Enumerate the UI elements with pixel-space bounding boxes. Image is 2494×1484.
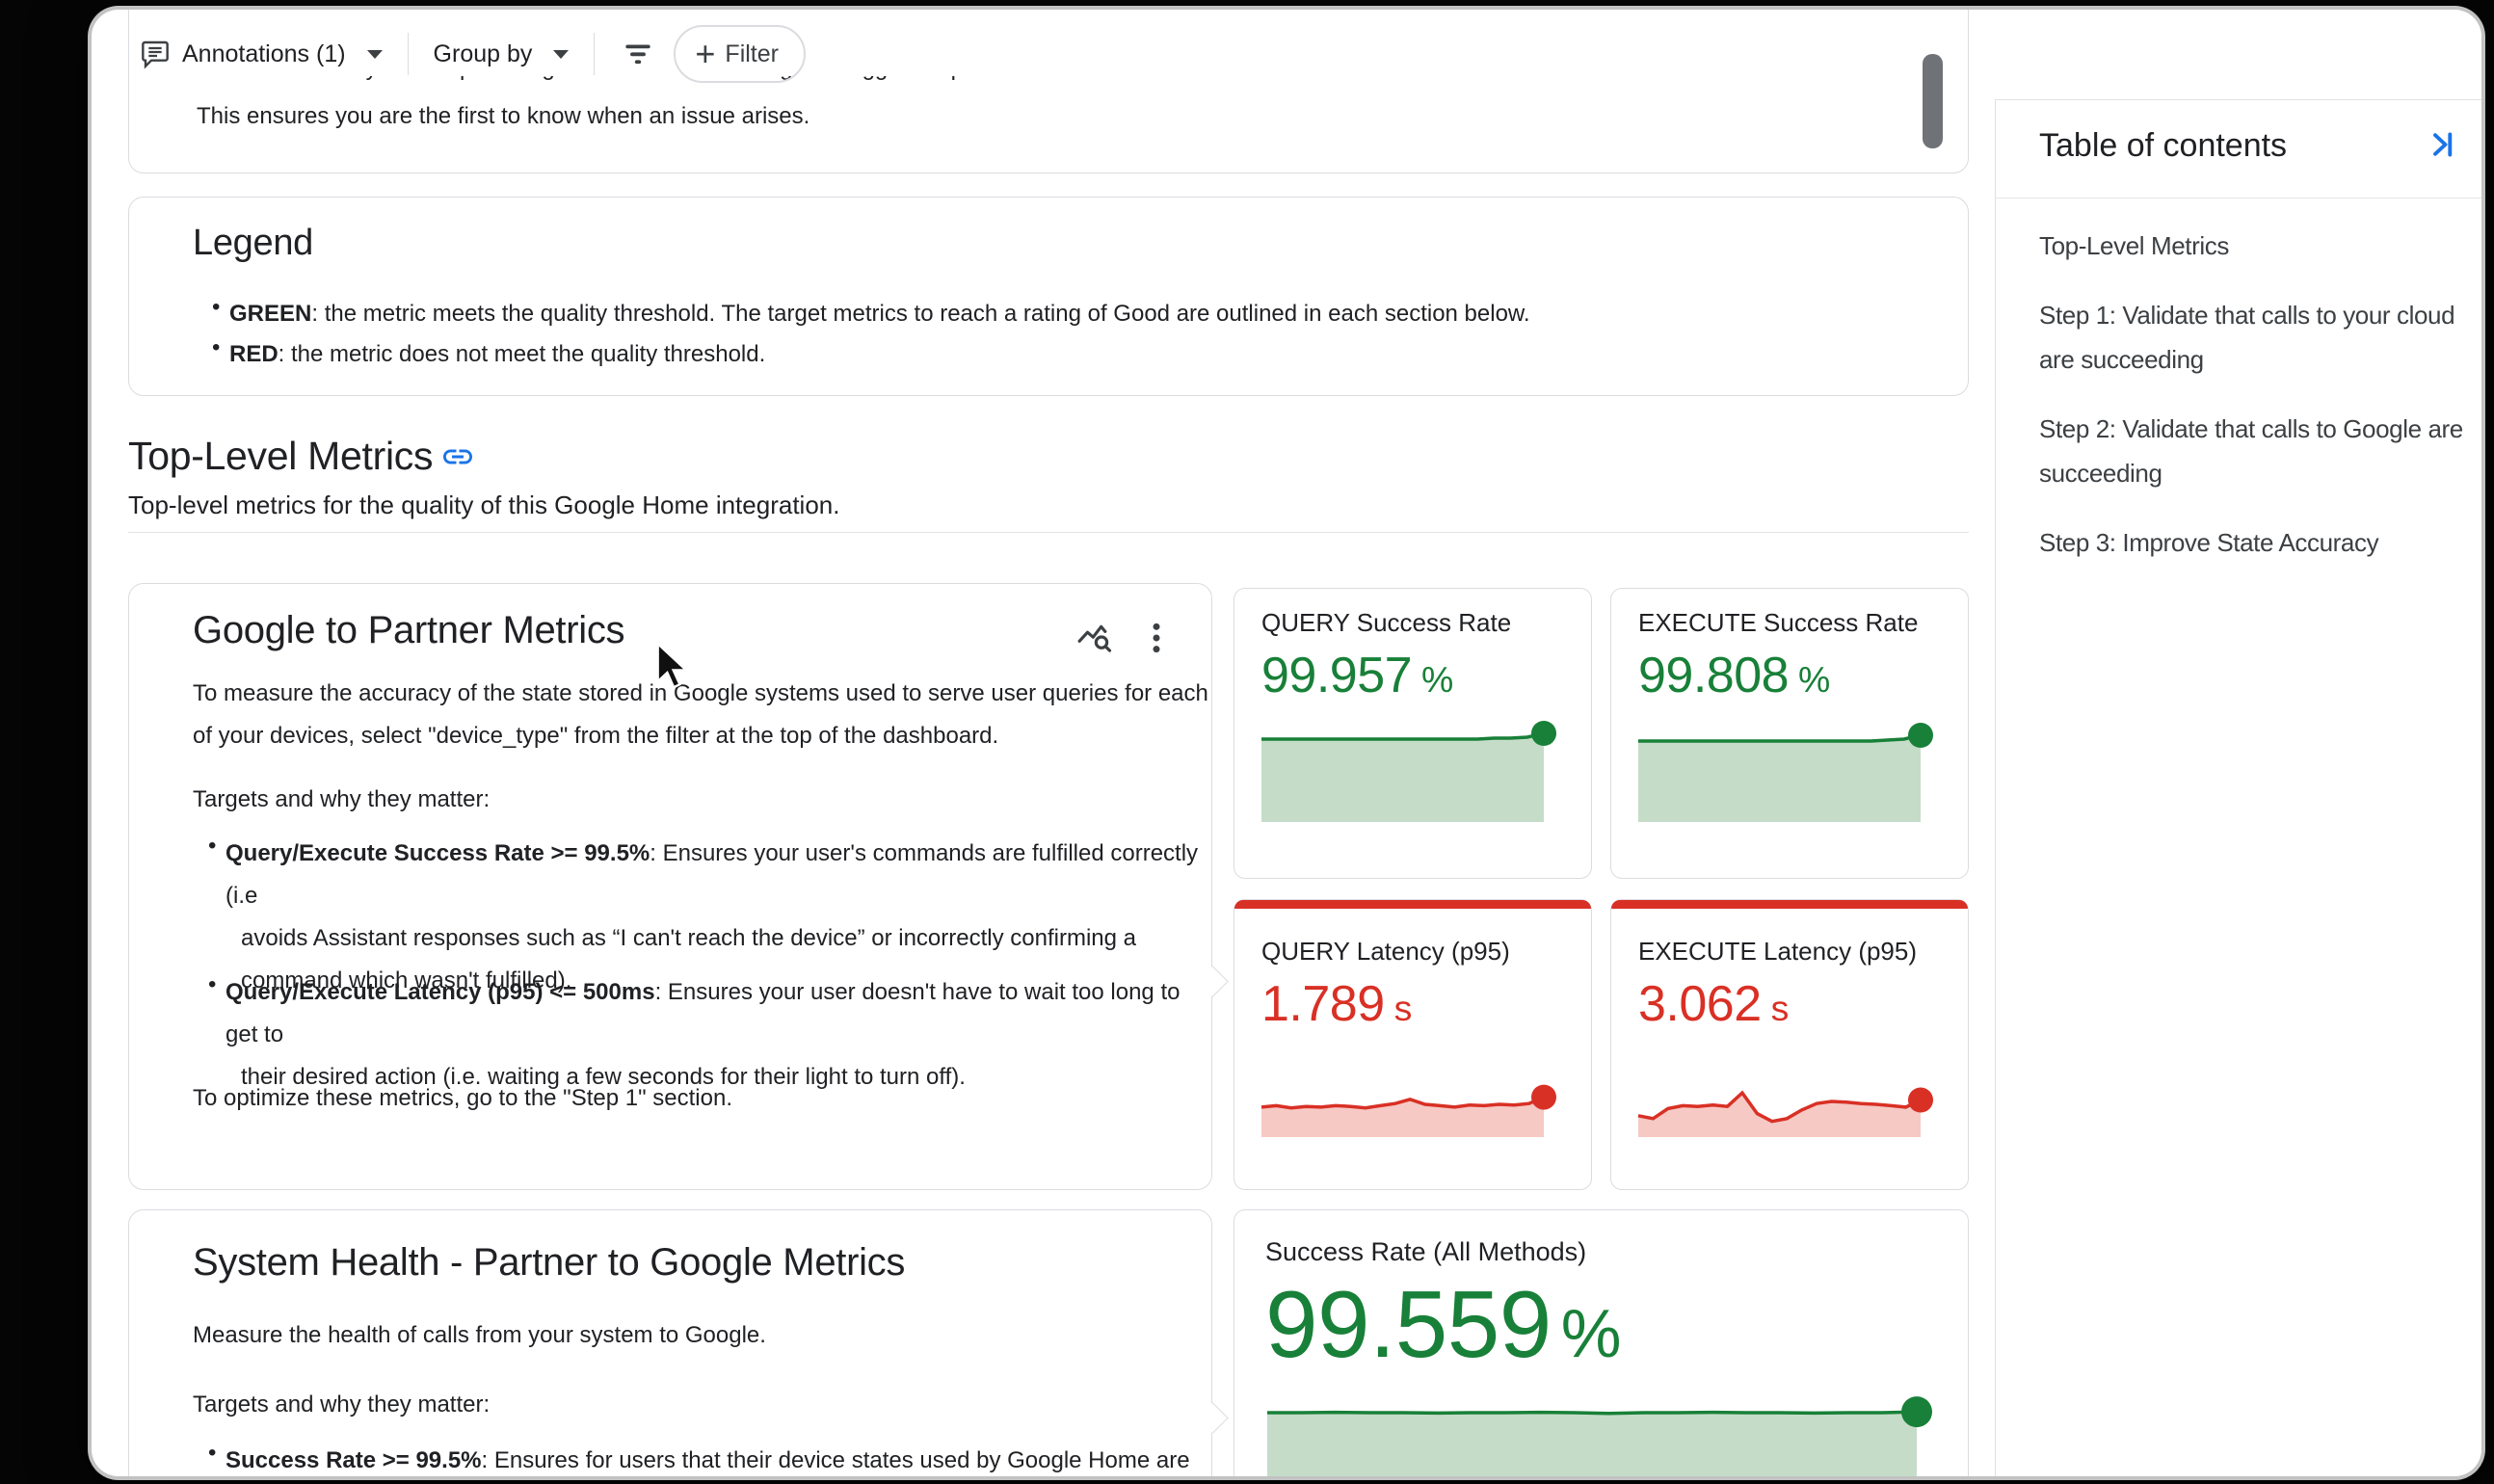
g2p-paragraph: To measure the accuracy of the state sto…: [193, 673, 1208, 757]
section-description: Top-level metrics for the quality of thi…: [128, 484, 839, 526]
query-success-scorecard: QUERY Success Rate 99.957%: [1234, 588, 1592, 879]
bullet-marker: •: [208, 971, 216, 998]
system-health-card: System Health - Partner to Google Metric…: [128, 1209, 1212, 1476]
scorecard-value: 99.808%: [1638, 647, 1830, 704]
group-by-button[interactable]: Group by: [434, 40, 570, 68]
bullet-marker: •: [208, 1440, 216, 1467]
g2p-footer: To optimize these metrics, go to the "St…: [193, 1077, 732, 1120]
kebab-menu-icon[interactable]: [1137, 619, 1176, 657]
toc-left-border: [1995, 99, 1996, 1476]
scrollbar-thumb[interactable]: [1923, 54, 1943, 148]
alert-threshold-bar: [1234, 900, 1591, 909]
toc-list: Top-Level Metrics Step 1: Validate that …: [2039, 224, 2463, 590]
filter-list-icon[interactable]: [620, 36, 656, 72]
execute-success-scorecard: EXECUTE Success Rate 99.808%: [1610, 588, 1969, 879]
query-latency-scorecard: QUERY Latency (p95) 1.789s: [1234, 899, 1592, 1190]
annotation-comment-icon: [140, 39, 171, 69]
toolbar: Annotations (1) Group by + Filter: [140, 23, 806, 85]
legend-bullet-green: GREEN: the metric meets the quality thre…: [229, 294, 1530, 334]
legend-card: Legend • GREEN: the metric meets the qua…: [128, 197, 1969, 396]
bullet-marker: •: [212, 294, 220, 321]
system-health-title: System Health - Partner to Google Metric…: [193, 1241, 905, 1285]
sparkline: [1261, 726, 1558, 822]
alert-threshold-bar: [1611, 900, 1968, 909]
scorecard-title: Success Rate (All Methods): [1265, 1237, 1586, 1267]
scorecard-value: 99.559%: [1265, 1270, 1621, 1379]
toc-item-top-level-metrics[interactable]: Top-Level Metrics: [2039, 224, 2463, 268]
bullet-marker: •: [212, 334, 220, 361]
group-by-label: Group by: [434, 40, 533, 68]
intro-text: This ensures you are the first to know w…: [197, 95, 809, 138]
toc-top-border: [1995, 99, 2481, 100]
toc-header-divider: [1995, 198, 2481, 199]
g2p-title: Google to Partner Metrics: [193, 609, 624, 652]
dashboard-window: Annotations (1) Group by + Filter We: [92, 10, 2481, 1476]
chevron-down-icon: [553, 50, 569, 59]
scorecard-value: 1.789s: [1261, 975, 1412, 1033]
scorecard-value: 99.957%: [1261, 647, 1453, 704]
scorecard-title: QUERY Success Rate: [1261, 608, 1511, 638]
add-filter-button[interactable]: + Filter: [674, 25, 806, 83]
g2p-targets-label: Targets and why they matter:: [193, 779, 490, 821]
scorecard-title: EXECUTE Success Rate: [1638, 608, 1918, 638]
screen: Annotations (1) Group by + Filter We: [0, 0, 2494, 1484]
query-stats-icon[interactable]: [1075, 619, 1114, 657]
sparkline: [1638, 1066, 1935, 1137]
toc-title: Table of contents: [2039, 127, 2287, 165]
collapse-panel-icon[interactable]: [2424, 127, 2458, 162]
sparkline: [1261, 1066, 1558, 1137]
section-title: Top-Level Metrics: [128, 434, 433, 479]
legend-title: Legend: [193, 223, 313, 264]
sparkline: [1638, 726, 1935, 822]
scorecard-value: 3.062s: [1638, 975, 1789, 1033]
sparkline: [1267, 1396, 1934, 1476]
execute-latency-scorecard: EXECUTE Latency (p95) 3.062s: [1610, 899, 1969, 1190]
toc-item-step-2[interactable]: Step 2: Validate that calls to Google ar…: [2039, 407, 2463, 495]
plus-icon: +: [695, 37, 715, 71]
toc-item-step-1[interactable]: Step 1: Validate that calls to your clou…: [2039, 293, 2463, 382]
chevron-down-icon: [367, 50, 383, 59]
section-divider: [128, 532, 1969, 533]
scorecard-title: QUERY Latency (p95): [1261, 937, 1510, 967]
system-health-description: Measure the health of calls from your sy…: [193, 1314, 766, 1357]
annotations-label: Annotations (1): [182, 40, 346, 68]
legend-bullet-red: RED: the metric does not meet the qualit…: [229, 334, 765, 375]
toolbar-divider: [594, 33, 595, 75]
mouse-cursor: [655, 642, 694, 692]
bullet-marker: •: [208, 833, 216, 860]
system-health-targets-label: Targets and why they matter:: [193, 1384, 490, 1426]
toc-item-step-3[interactable]: Step 3: Improve State Accuracy: [2039, 520, 2463, 565]
annotations-button[interactable]: Annotations (1): [140, 39, 383, 69]
scorecard-title: EXECUTE Latency (p95): [1638, 937, 1917, 967]
success-all-methods-scorecard: Success Rate (All Methods) 99.559%: [1234, 1209, 1969, 1476]
system-health-bullet: Success Rate >= 99.5%: Ensures for users…: [226, 1440, 1190, 1476]
filter-button-label: Filter: [725, 40, 779, 68]
section-link-icon[interactable]: [440, 439, 475, 474]
toolbar-divider: [408, 33, 409, 75]
